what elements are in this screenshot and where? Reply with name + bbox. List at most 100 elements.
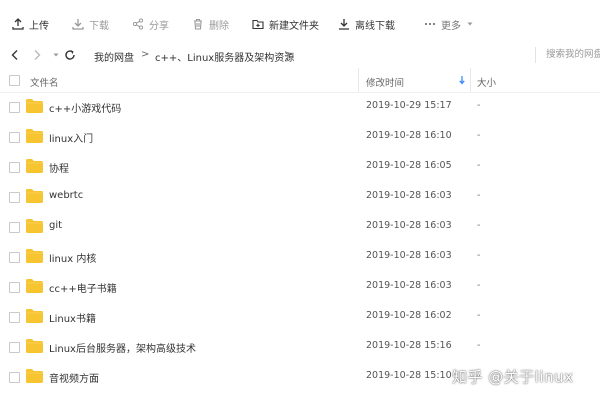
column-divider xyxy=(358,68,359,92)
breadcrumb-separator: > xyxy=(284,49,293,60)
file-name[interactable]: 协程 xyxy=(49,160,69,175)
folder-icon xyxy=(26,369,43,383)
share-button[interactable]: 分享 xyxy=(132,16,169,32)
breadcrumb-current[interactable]: c++、Linux服务器及架构资源 xyxy=(155,49,294,64)
folder-icon xyxy=(26,159,43,173)
row-checkbox[interactable] xyxy=(9,372,20,383)
search-input[interactable]: 搜索我的网盘文件 xyxy=(535,47,600,63)
breadcrumb-root[interactable]: 我的网盘 xyxy=(94,49,134,64)
file-row[interactable]: Linux书籍 2019-10-28 16:02 - xyxy=(0,302,600,332)
file-name[interactable]: Linux后台服务器，架构高级技术 xyxy=(49,340,196,355)
file-size: - xyxy=(477,160,481,171)
column-header-modified[interactable]: 修改时间 xyxy=(366,75,404,89)
toolbar: 上传 下载 分享 删除 新建文件夹 离线下载 更多 xyxy=(0,0,600,46)
folder-icon xyxy=(26,279,43,293)
row-checkbox[interactable] xyxy=(9,282,20,293)
upload-button[interactable]: 上传 xyxy=(12,16,49,32)
history-dropdown-icon[interactable] xyxy=(49,48,63,62)
folder-icon xyxy=(26,219,43,233)
folder-icon xyxy=(26,189,43,203)
delete-label: 删除 xyxy=(209,20,229,32)
file-name[interactable]: Linux书籍 xyxy=(49,310,96,325)
new-folder-icon xyxy=(252,19,264,30)
file-row[interactable]: linux入门 2019-10-28 16:10 - xyxy=(0,122,600,152)
folder-icon xyxy=(26,99,43,113)
back-icon[interactable] xyxy=(8,48,22,62)
file-modified-time: 2019-10-28 16:05 xyxy=(366,160,452,171)
offline-download-icon xyxy=(339,19,349,30)
refresh-icon[interactable] xyxy=(63,48,77,62)
file-row[interactable]: cc++电子书籍 2019-10-28 16:03 - xyxy=(0,272,600,302)
more-button[interactable]: 更多 xyxy=(424,16,474,32)
file-modified-time: 2019-10-28 16:10 xyxy=(366,130,452,141)
file-row[interactable]: 协程 2019-10-28 16:05 - xyxy=(0,152,600,182)
row-checkbox[interactable] xyxy=(9,102,20,113)
file-name[interactable]: git xyxy=(49,220,62,231)
forward-icon[interactable] xyxy=(30,48,44,62)
more-dots-icon xyxy=(424,22,436,26)
download-icon xyxy=(72,19,84,30)
file-name[interactable]: cc++电子书籍 xyxy=(49,280,117,295)
file-size: - xyxy=(477,280,481,291)
upload-label: 上传 xyxy=(29,20,49,32)
file-modified-time: 2019-10-28 15:10 xyxy=(366,370,452,381)
folder-icon xyxy=(26,249,43,263)
row-checkbox[interactable] xyxy=(9,222,20,233)
download-button[interactable]: 下载 xyxy=(72,16,109,32)
file-size: - xyxy=(477,340,481,351)
share-icon xyxy=(132,18,144,30)
column-divider xyxy=(470,68,471,92)
breadcrumb-separator: > xyxy=(141,49,150,60)
watermark: 知乎 @关于linux xyxy=(452,368,574,386)
file-modified-time: 2019-10-29 15:17 xyxy=(366,100,452,111)
upload-icon xyxy=(12,18,24,30)
file-modified-time: 2019-10-28 16:03 xyxy=(366,190,452,201)
file-size: - xyxy=(477,250,481,261)
file-name[interactable]: 音视频方面 xyxy=(49,370,99,385)
table-header: 文件名 修改时间 大小 xyxy=(0,68,600,93)
folder-icon xyxy=(26,339,43,353)
file-name[interactable]: linux 内核 xyxy=(49,250,96,265)
new-folder-button[interactable]: 新建文件夹 xyxy=(252,16,319,32)
row-checkbox[interactable] xyxy=(9,162,20,173)
file-name[interactable]: linux入门 xyxy=(49,130,93,145)
file-row[interactable]: git 2019-10-28 16:03 - xyxy=(0,212,600,242)
column-header-size[interactable]: 大小 xyxy=(477,75,496,89)
column-header-name[interactable]: 文件名 xyxy=(30,75,59,89)
folder-icon xyxy=(26,309,43,323)
row-checkbox[interactable] xyxy=(9,252,20,263)
file-size: - xyxy=(477,220,481,231)
more-label: 更多 xyxy=(441,20,461,32)
file-modified-time: 2019-10-28 16:03 xyxy=(366,250,452,261)
file-modified-time: 2019-10-28 16:02 xyxy=(366,310,452,321)
file-row[interactable]: c++小游戏代码 2019-10-29 15:17 - xyxy=(0,92,600,122)
file-row[interactable]: linux 内核 2019-10-28 16:03 - xyxy=(0,242,600,272)
offline-download-button[interactable]: 离线下载 xyxy=(338,16,395,32)
file-size: - xyxy=(477,310,481,321)
delete-button[interactable]: 删除 xyxy=(192,16,229,32)
share-label: 分享 xyxy=(149,20,169,32)
file-size: - xyxy=(477,100,481,111)
file-modified-time: 2019-10-28 16:03 xyxy=(366,220,452,231)
select-all-checkbox[interactable] xyxy=(9,75,20,86)
offline-download-label: 离线下载 xyxy=(355,20,395,32)
row-checkbox[interactable] xyxy=(9,132,20,143)
file-modified-time: 2019-10-28 16:03 xyxy=(366,280,452,291)
download-label: 下载 xyxy=(89,20,109,32)
trash-icon xyxy=(194,18,202,30)
breadcrumb-bar: 我的网盘 > c++、Linux服务器及架构资源 > 搜索我的网盘文件 xyxy=(0,42,600,68)
file-name[interactable]: c++小游戏代码 xyxy=(49,100,121,115)
file-modified-time: 2019-10-28 15:16 xyxy=(366,340,452,351)
file-name[interactable]: webrtc xyxy=(49,190,83,201)
row-checkbox[interactable] xyxy=(9,312,20,323)
file-row[interactable]: Linux后台服务器，架构高级技术 2019-10-28 15:16 - xyxy=(0,332,600,362)
file-row[interactable]: webrtc 2019-10-28 16:03 - xyxy=(0,182,600,212)
file-size: - xyxy=(477,190,481,201)
caret-down-icon xyxy=(467,22,473,26)
folder-icon xyxy=(26,129,43,143)
sort-down-icon[interactable] xyxy=(458,75,466,85)
row-checkbox[interactable] xyxy=(9,342,20,353)
new-folder-label: 新建文件夹 xyxy=(269,20,319,32)
row-checkbox[interactable] xyxy=(9,192,20,203)
file-size: - xyxy=(477,130,481,141)
